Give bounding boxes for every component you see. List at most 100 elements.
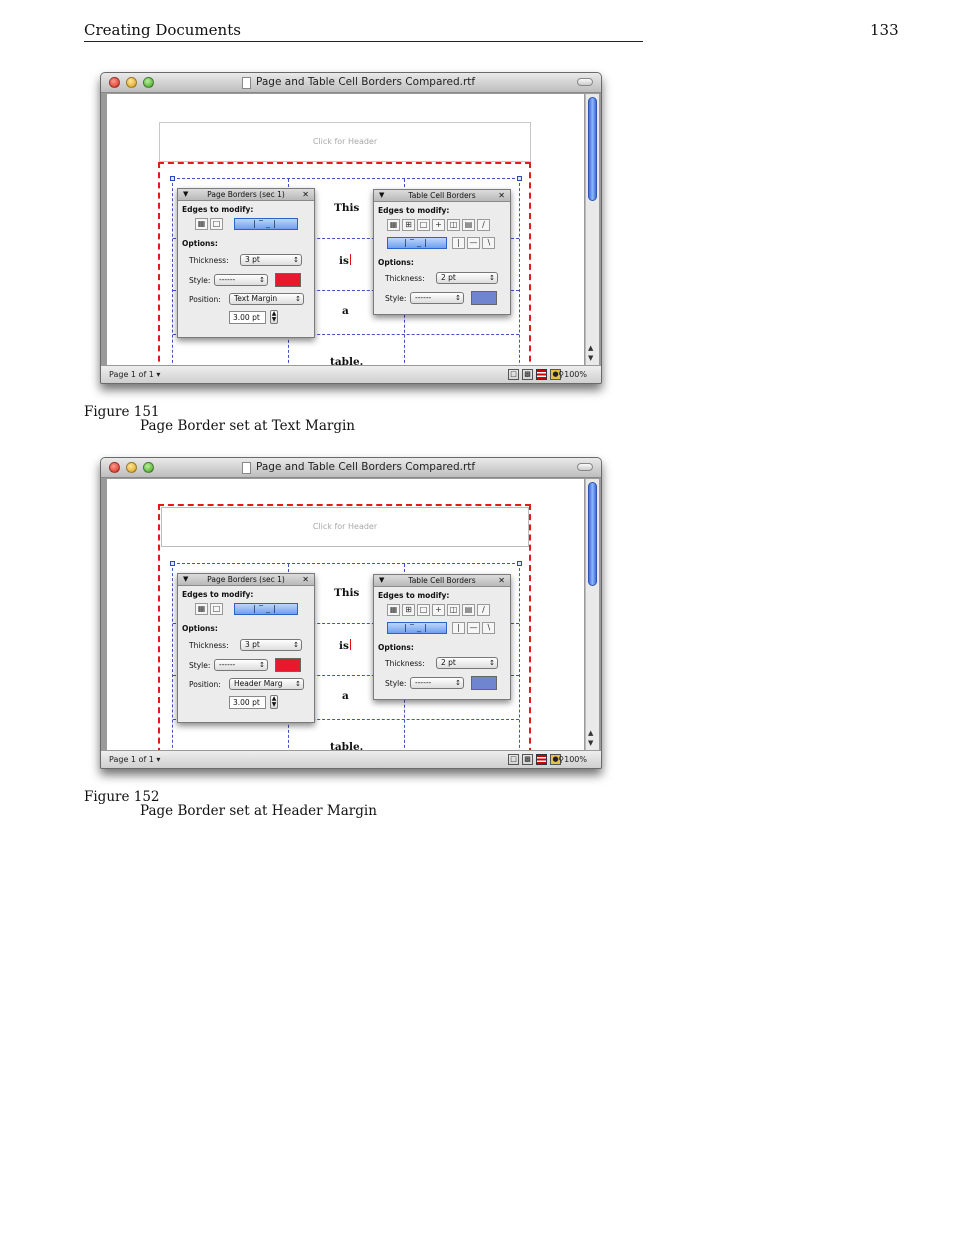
position-popup[interactable]: Text Margin <box>229 293 304 305</box>
close-window-button[interactable] <box>109 462 120 473</box>
view-mode-icon[interactable]: ▩ <box>522 754 533 765</box>
window-titlebar[interactable]: Page and Table Cell Borders Compared.rtf <box>101 458 601 478</box>
edge-sides-selector[interactable]: |‾_| <box>234 218 298 230</box>
edge-all-grid-icon[interactable]: ▦ <box>195 218 208 230</box>
layout-icon[interactable]: □ <box>508 369 519 380</box>
style-popup[interactable]: ------ <box>410 292 464 304</box>
close-window-button[interactable] <box>109 77 120 88</box>
edge-all-grid-icon[interactable]: ⊞ <box>402 604 415 616</box>
edge-all-grid-icon[interactable]: ▦ <box>195 603 208 615</box>
header-region[interactable]: Click for Header <box>159 122 531 162</box>
options-label: Options: <box>182 239 218 248</box>
edge-none-icon[interactable]: ▦ <box>387 219 400 231</box>
edge-center-vertical-icon[interactable]: | <box>452 622 465 634</box>
vertical-scrollbar[interactable]: ▲ ▼ <box>585 479 599 751</box>
scrollbar-thumb[interactable] <box>588 97 597 201</box>
style-popup[interactable]: ------ <box>410 677 464 689</box>
edge-box-icon[interactable]: □ <box>210 603 223 615</box>
zoom-window-button[interactable] <box>143 462 154 473</box>
table-handle[interactable] <box>170 176 175 181</box>
zoom-level[interactable]: ⚲100% <box>558 755 587 764</box>
table-handle[interactable] <box>517 561 522 566</box>
toolbar-toggle-button[interactable] <box>577 78 593 86</box>
close-icon[interactable]: ✕ <box>498 190 505 201</box>
style-popup[interactable]: ------ <box>214 274 268 286</box>
collapse-triangle-icon[interactable]: ▼ <box>183 574 188 585</box>
document-canvas[interactable]: Click for Header This is a table. ▼ Page… <box>107 479 584 751</box>
document-canvas[interactable]: Click for Header This is a table. ▼ Page… <box>107 94 584 366</box>
border-color-swatch[interactable] <box>471 676 497 690</box>
toolbar-toggle-button[interactable] <box>577 463 593 471</box>
language-flag-icon[interactable] <box>536 754 547 765</box>
edge-center-horizontal-icon[interactable]: — <box>467 622 480 634</box>
scrollbar-thumb[interactable] <box>588 482 597 586</box>
edge-diagonal-up-icon[interactable]: ∕ <box>477 219 490 231</box>
scroll-down-arrow-icon[interactable]: ▼ <box>588 354 593 362</box>
close-icon[interactable]: ✕ <box>498 575 505 586</box>
minimize-window-button[interactable] <box>126 77 137 88</box>
window-title: Page and Table Cell Borders Compared.rtf <box>256 461 476 473</box>
edge-inner-icon[interactable]: + <box>432 604 445 616</box>
thickness-popup[interactable]: 2 pt <box>436 272 498 284</box>
close-icon[interactable]: ✕ <box>302 574 309 585</box>
offset-stepper[interactable]: ▲ ▼ <box>270 695 278 709</box>
edge-horizontal-icon[interactable]: ▤ <box>462 219 475 231</box>
style-label: Style: <box>189 276 211 285</box>
edge-all-grid-icon[interactable]: ⊞ <box>402 219 415 231</box>
close-icon[interactable]: ✕ <box>302 189 309 200</box>
page-borders-panel-titlebar[interactable]: ▼ Page Borders (sec 1) ✕ <box>178 574 314 586</box>
offset-stepper[interactable]: ▲ ▼ <box>270 310 278 324</box>
page-indicator[interactable]: Page 1 of 1 ▾ <box>109 370 160 379</box>
edge-sides-selector[interactable]: |‾_| <box>387 237 447 249</box>
scroll-up-arrow-icon[interactable]: ▲ <box>588 729 593 737</box>
edge-diagonal-up-icon[interactable]: ∕ <box>477 604 490 616</box>
thickness-popup[interactable]: 2 pt <box>436 657 498 669</box>
collapse-triangle-icon[interactable]: ▼ <box>183 189 188 200</box>
border-color-swatch[interactable] <box>275 658 301 672</box>
offset-field[interactable]: 3.00 pt <box>229 311 266 324</box>
border-color-swatch[interactable] <box>275 273 301 287</box>
collapse-triangle-icon[interactable]: ▼ <box>379 190 384 201</box>
edge-diagonal-down-icon[interactable]: ∖ <box>482 237 495 249</box>
view-mode-icon[interactable]: ▩ <box>522 369 533 380</box>
minimize-window-button[interactable] <box>126 462 137 473</box>
edges-label: Edges to modify: <box>378 206 450 215</box>
table-cell-borders-panel-titlebar[interactable]: ▼ Table Cell Borders ✕ <box>374 575 510 587</box>
offset-field[interactable]: 3.00 pt <box>229 696 266 709</box>
edge-vertical-icon[interactable]: ◫ <box>447 219 460 231</box>
table-handle[interactable] <box>170 561 175 566</box>
scroll-down-arrow-icon[interactable]: ▼ <box>588 739 593 747</box>
table-cell-borders-panel-titlebar[interactable]: ▼ Table Cell Borders ✕ <box>374 190 510 202</box>
edge-horizontal-icon[interactable]: ▤ <box>462 604 475 616</box>
thickness-popup[interactable]: 3 pt <box>240 254 302 266</box>
border-color-swatch[interactable] <box>471 291 497 305</box>
page-borders-panel-titlebar[interactable]: ▼ Page Borders (sec 1) ✕ <box>178 189 314 201</box>
style-popup[interactable]: ------ <box>214 659 268 671</box>
language-flag-icon[interactable] <box>536 369 547 380</box>
window-titlebar[interactable]: Page and Table Cell Borders Compared.rtf <box>101 73 601 93</box>
edge-box-icon[interactable]: □ <box>417 219 430 231</box>
table-handle[interactable] <box>517 176 522 181</box>
zoom-window-button[interactable] <box>143 77 154 88</box>
edge-sides-selector[interactable]: |‾_| <box>234 603 298 615</box>
header-region[interactable]: Click for Header <box>161 507 529 547</box>
scroll-up-arrow-icon[interactable]: ▲ <box>588 344 593 352</box>
zoom-level[interactable]: ⚲100% <box>558 370 587 379</box>
edge-inner-icon[interactable]: + <box>432 219 445 231</box>
thickness-popup[interactable]: 3 pt <box>240 639 302 651</box>
edge-diagonal-down-icon[interactable]: ∖ <box>482 622 495 634</box>
edge-sides-selector[interactable]: |‾_| <box>387 622 447 634</box>
vertical-scrollbar[interactable]: ▲ ▼ <box>585 94 599 366</box>
page-borders-panel-title: Page Borders (sec 1) <box>207 575 285 584</box>
collapse-triangle-icon[interactable]: ▼ <box>379 575 384 586</box>
document-icon <box>242 77 251 89</box>
edge-center-vertical-icon[interactable]: | <box>452 237 465 249</box>
layout-icon[interactable]: □ <box>508 754 519 765</box>
position-popup[interactable]: Header Marg <box>229 678 304 690</box>
page-indicator[interactable]: Page 1 of 1 ▾ <box>109 755 160 764</box>
edge-center-horizontal-icon[interactable]: — <box>467 237 480 249</box>
edge-none-icon[interactable]: ▦ <box>387 604 400 616</box>
edge-vertical-icon[interactable]: ◫ <box>447 604 460 616</box>
edge-box-icon[interactable]: □ <box>417 604 430 616</box>
edge-box-icon[interactable]: □ <box>210 218 223 230</box>
